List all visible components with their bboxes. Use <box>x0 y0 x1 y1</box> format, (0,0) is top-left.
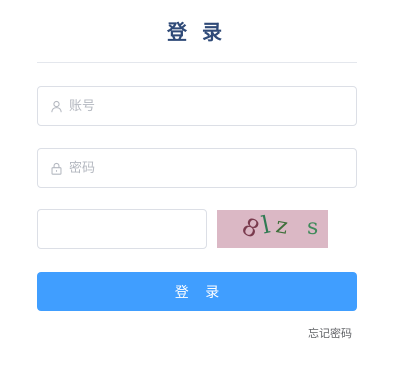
login-button[interactable]: 登 录 <box>37 272 357 311</box>
login-title: 登 录 <box>167 20 226 44</box>
captcha-char: s <box>307 215 319 240</box>
captcha-input[interactable] <box>48 210 202 248</box>
lock-icon <box>49 161 63 175</box>
password-input[interactable] <box>69 150 356 186</box>
user-icon <box>49 99 63 113</box>
forgot-password-link[interactable]: 忘记密码 <box>308 325 352 341</box>
username-field[interactable] <box>37 86 357 126</box>
captcha-char: z <box>273 213 290 240</box>
captcha-image[interactable]: 8 l z s <box>217 210 328 248</box>
captcha-char: l <box>259 210 273 240</box>
password-field[interactable] <box>37 148 357 188</box>
captcha-field[interactable] <box>37 209 207 249</box>
username-input[interactable] <box>69 88 356 124</box>
login-panel: 登 录 8 l z s 登 录 忘记密码 <box>0 0 393 367</box>
title-divider <box>37 62 357 63</box>
